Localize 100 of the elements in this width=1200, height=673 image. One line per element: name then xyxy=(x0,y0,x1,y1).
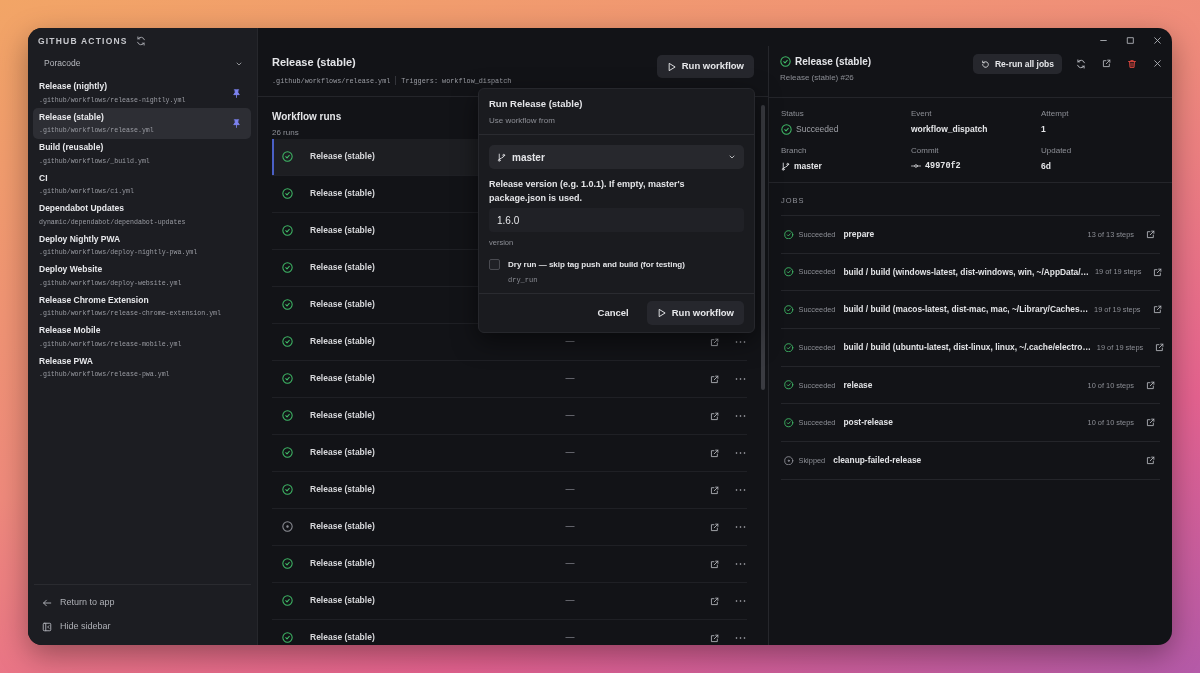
external-link-icon[interactable] xyxy=(710,448,719,458)
external-link-icon[interactable] xyxy=(1146,455,1155,465)
field-value: master xyxy=(794,159,822,173)
play-icon xyxy=(666,61,677,72)
app-title: GITHUB ACTIONS xyxy=(38,35,128,48)
workflow-title: Release (stable) xyxy=(272,55,357,70)
close-window-icon[interactable] xyxy=(1153,35,1162,45)
more-icon[interactable] xyxy=(735,451,746,456)
run-duration: — xyxy=(564,483,576,497)
maximize-icon[interactable] xyxy=(1126,35,1135,45)
run-row[interactable]: Release (stable) — xyxy=(272,472,747,510)
repo-select[interactable]: Poracode xyxy=(44,55,243,72)
check-circle-icon xyxy=(781,123,792,135)
field-value: 1 xyxy=(1041,123,1046,136)
more-icon[interactable] xyxy=(735,636,746,641)
external-link-icon[interactable] xyxy=(1146,380,1155,390)
close-icon[interactable] xyxy=(1153,59,1162,68)
job-name: post-release xyxy=(843,416,893,430)
rerun-button[interactable]: Re-run all jobs xyxy=(972,54,1062,74)
run-name: Release (stable) xyxy=(310,188,375,199)
run-workflow-button[interactable]: Run workflow xyxy=(646,301,744,326)
run-name: Release (stable) xyxy=(310,484,375,495)
more-icon[interactable] xyxy=(735,562,746,567)
rerun-icon xyxy=(980,59,990,69)
arrow-left-icon xyxy=(42,598,52,608)
more-icon[interactable] xyxy=(735,377,746,382)
job-name: build / build (ubuntu-latest, dist-linux, linux, ~/.cache/electro… xyxy=(843,341,1091,354)
run-duration: — xyxy=(564,631,576,645)
field-label: Event xyxy=(911,108,933,120)
external-link-icon[interactable] xyxy=(710,411,719,421)
external-link-icon[interactable] xyxy=(1102,59,1111,68)
external-link-icon[interactable] xyxy=(1146,229,1155,239)
version-input[interactable]: 1.6.0 xyxy=(489,208,744,233)
checkbox-label: Dry run — skip tag push and build (for testing) xyxy=(508,258,685,271)
run-row[interactable]: Release (stable) — xyxy=(272,509,747,547)
run-name: Release (stable) xyxy=(310,521,375,532)
run-name: Release (stable) xyxy=(310,410,375,421)
run-row[interactable]: Release (stable) — xyxy=(272,435,747,473)
more-icon[interactable] xyxy=(735,488,746,493)
more-icon[interactable] xyxy=(735,525,746,530)
external-link-icon[interactable] xyxy=(710,559,719,569)
run-name: Release (stable) xyxy=(310,558,375,569)
run-workflow-button[interactable]: Run workflow xyxy=(656,55,754,78)
more-icon[interactable] xyxy=(735,599,746,604)
dialog-title: Run Release (stable) xyxy=(489,97,584,111)
job-name: prepare xyxy=(843,228,875,241)
external-link-icon[interactable] xyxy=(1155,342,1165,352)
field-value: 6d xyxy=(1041,159,1051,173)
play-icon xyxy=(656,308,667,319)
external-link-icon[interactable] xyxy=(710,337,719,347)
run-duration: — xyxy=(564,557,576,571)
run-row[interactable]: Release (stable) — xyxy=(272,620,747,645)
run-title: Release (stable) xyxy=(795,55,872,69)
field-value: 49970f2 xyxy=(925,159,961,173)
job-name: cleanup-failed-release xyxy=(833,454,922,467)
scrollbar-thumb[interactable] xyxy=(761,105,765,391)
field-label: Commit xyxy=(911,144,940,157)
external-link-icon[interactable] xyxy=(710,596,719,606)
run-name: Release (stable) xyxy=(310,262,375,273)
refresh-icon[interactable] xyxy=(135,36,146,47)
cancel-button[interactable]: Cancel xyxy=(587,301,639,326)
branch-icon xyxy=(497,152,506,162)
run-row[interactable]: Release (stable) — xyxy=(272,546,747,584)
run-count: 26 runs xyxy=(272,127,299,140)
run-duration: — xyxy=(564,372,576,386)
footer-link[interactable]: Return to app xyxy=(38,591,247,615)
external-link-icon[interactable] xyxy=(1152,305,1162,315)
external-link-icon[interactable] xyxy=(1153,267,1163,277)
external-link-icon[interactable] xyxy=(1146,418,1155,428)
field-label: Attempt xyxy=(1041,108,1070,120)
run-row[interactable]: Release (stable) — xyxy=(272,398,747,436)
branch-select[interactable]: master xyxy=(489,145,744,170)
commit-icon xyxy=(911,162,921,171)
field-label: Release version (e.g. 1.0.1). If empty, master's package.json is used. xyxy=(489,178,686,205)
field-value: Succeeded xyxy=(796,123,839,136)
external-link-icon[interactable] xyxy=(710,374,719,384)
field-value: workflow_dispatch xyxy=(911,123,988,136)
run-row[interactable]: Release (stable) — xyxy=(272,583,747,621)
branch-icon xyxy=(781,161,790,171)
run-row[interactable]: Release (stable) — xyxy=(272,361,747,399)
footer-link[interactable]: Hide sidebar xyxy=(38,615,247,639)
external-link-icon[interactable] xyxy=(710,522,719,532)
job-name: release xyxy=(843,378,873,392)
more-icon[interactable] xyxy=(735,414,746,419)
run-name: Release (stable) xyxy=(310,151,375,162)
external-link-icon[interactable] xyxy=(710,485,719,495)
job-name: build / build (windows-latest, dist-windows, win, ~/AppData/… xyxy=(843,265,1089,279)
field-label: Branch xyxy=(781,144,808,157)
dry-run-checkbox[interactable] xyxy=(489,258,500,270)
refresh-icon[interactable] xyxy=(1076,59,1086,69)
external-link-icon[interactable] xyxy=(710,633,719,643)
run-duration: — xyxy=(564,594,576,608)
field-label: Status xyxy=(781,108,805,120)
run-name: Release (stable) xyxy=(310,225,375,236)
section-title: Workflow runs xyxy=(272,110,342,125)
more-icon[interactable] xyxy=(735,340,746,345)
run-name: Release (stable) xyxy=(310,447,375,458)
run-name: Release (stable) xyxy=(310,373,375,384)
trash-icon[interactable] xyxy=(1127,59,1137,69)
run-name: Release (stable) xyxy=(310,336,375,347)
